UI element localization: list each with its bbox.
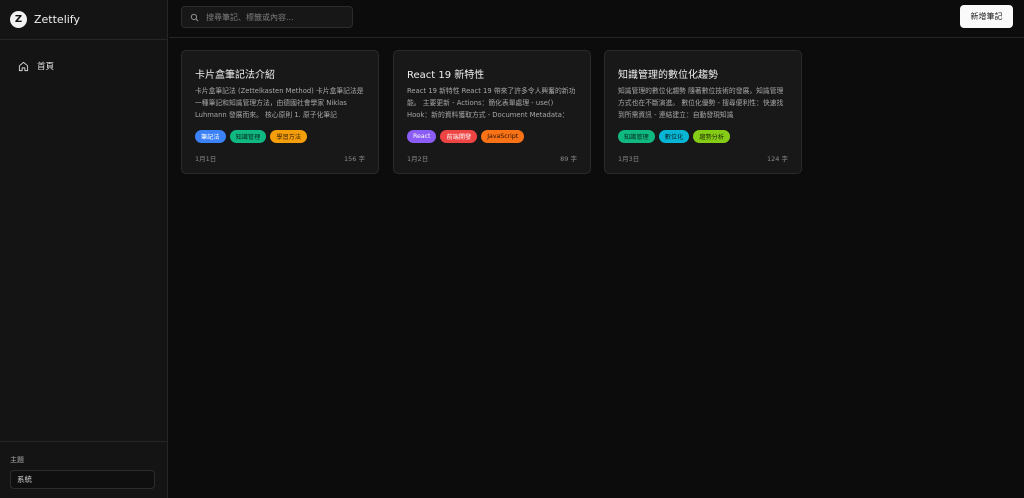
search-box[interactable] [181,6,353,28]
top-bar: 新增筆記 [169,0,1024,38]
tag-list: 知識管理 數位化 趨勢分析 [618,130,731,143]
tag[interactable]: 知識管理 [229,130,267,143]
sidebar-footer: 主題 系統 [0,441,167,498]
note-card[interactable]: 知識管理的數位化趨勢 知識管理的數位化趨勢 隨著數位技術的發展，知識管理方式也在… [604,50,802,174]
note-card[interactable]: React 19 新特性 React 19 新特性 React 19 帶來了許多… [393,50,591,174]
brand[interactable]: Z Zettelify [0,0,167,40]
note-title: 知識管理的數位化趨勢 [618,70,718,81]
theme-label: 主題 [10,456,24,464]
tag[interactable]: 數位化 [658,130,690,143]
tag[interactable]: 學習方法 [270,130,308,143]
note-date: 1月1日 [195,155,217,163]
search-icon [190,13,199,21]
tag[interactable]: 筆記法 [195,130,226,143]
home-icon [18,61,29,71]
theme-select[interactable]: 系統 [10,470,155,489]
tag[interactable]: 知識管理 [618,130,655,143]
note-card[interactable]: 卡片盒筆記法介紹 卡片盒筆記法 (Zettelkasten Method) 卡片… [181,50,379,174]
tag-list: 筆記法 知識管理 學習方法 [195,130,308,143]
tag[interactable]: React [407,130,437,143]
tag[interactable]: 趨勢分析 [693,130,731,143]
new-note-button[interactable]: 新增筆記 [960,5,1013,28]
tag[interactable]: JavaScript [481,130,525,143]
note-title: 卡片盒筆記法介紹 [195,70,275,81]
sidebar-item-home[interactable]: 首頁 [10,56,158,76]
search-input[interactable] [206,12,351,22]
brand-logo: Z [10,11,27,28]
note-excerpt: 卡片盒筆記法 (Zettelkasten Method) 卡片盒筆記法是一種筆記… [195,87,364,119]
note-date: 1月3日 [618,155,640,163]
note-word-count: 124 字 [767,155,788,163]
note-date: 1月2日 [407,155,429,163]
brand-name: Zettelify [34,13,80,26]
note-word-count: 89 字 [560,155,577,163]
note-excerpt: 知識管理的數位化趨勢 隨著數位技術的發展，知識管理方式也在不斷演進。 數位化優勢… [618,87,784,119]
note-title: React 19 新特性 [407,70,485,81]
note-excerpt: React 19 新特性 React 19 帶來了許多令人興奮的新功能。 主要更… [407,87,576,119]
note-word-count: 156 字 [344,155,365,163]
sidebar: Z Zettelify 首頁 主題 系統 [0,0,168,498]
sidebar-item-label: 首頁 [37,62,55,72]
tag[interactable]: 前端開發 [440,130,478,143]
tag-list: React 前端開發 JavaScript [407,130,525,143]
